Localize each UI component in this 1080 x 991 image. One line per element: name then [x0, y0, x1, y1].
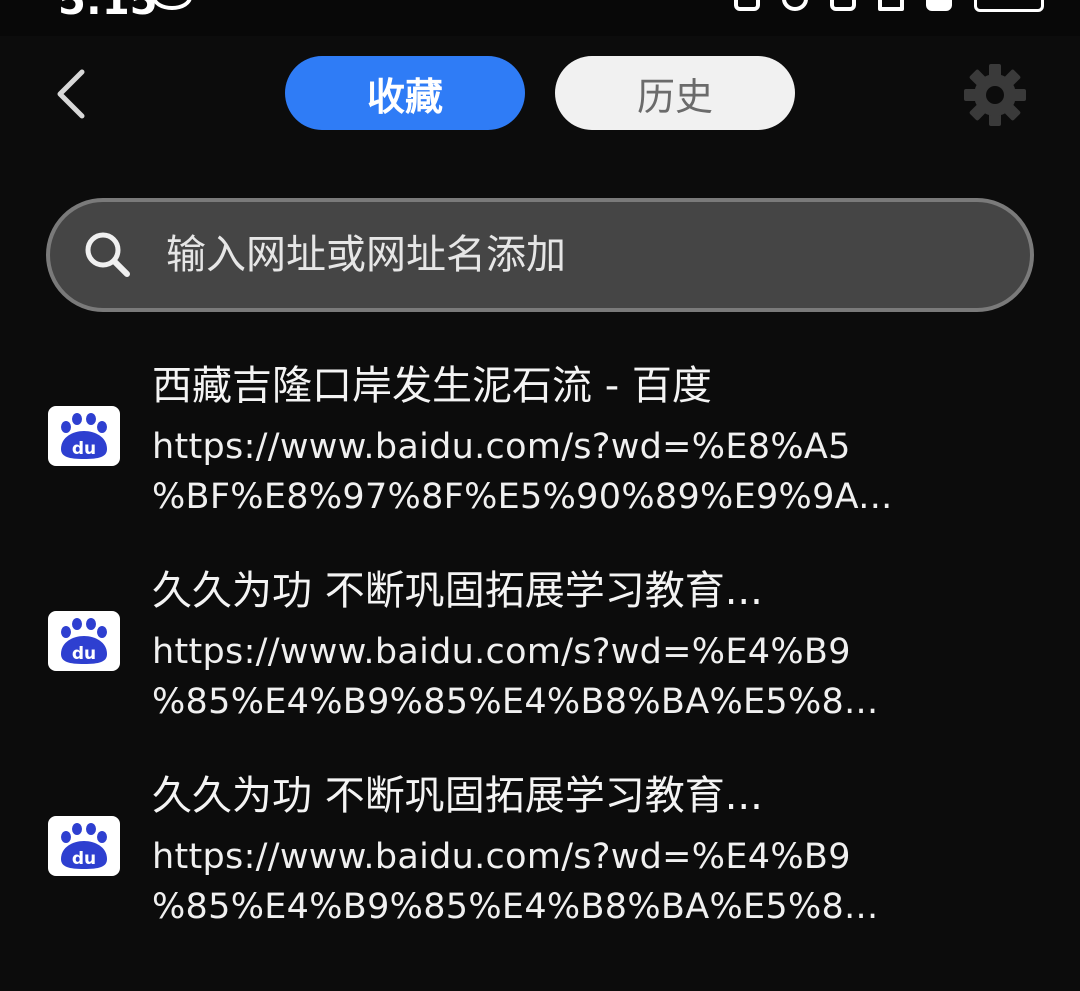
tab-favorites[interactable]: 收藏: [285, 56, 525, 130]
bookmark-url-line: https://www.baidu.com/s?wd=%E4%B9: [152, 837, 851, 877]
search-input[interactable]: [164, 219, 1000, 291]
baidu-icon: du: [48, 406, 120, 466]
tab-history[interactable]: 历史: [555, 56, 795, 130]
top-header: 收藏 历史: [0, 56, 1080, 132]
search-icon: [78, 225, 138, 285]
back-button[interactable]: [40, 64, 100, 124]
bookmark-url-line: %BF%E8%97%8F%E5%90%89%E9%9A...: [152, 477, 893, 517]
svg-text:du: du: [72, 439, 96, 459]
bookmark-title: 西藏吉隆口岸发生泥石流 - 百度: [152, 363, 712, 409]
status-bar: 5:15: [0, 0, 1080, 36]
list-item[interactable]: du 久久为功 不断巩固拓展学习教育... https://www.baidu.…: [0, 555, 1080, 760]
bookmark-title: 久久为功 不断巩固拓展学习教育...: [152, 773, 763, 819]
settings-button[interactable]: [962, 62, 1028, 128]
svg-text:du: du: [72, 644, 96, 664]
nfc-icon: [734, 0, 760, 11]
list-item[interactable]: du 久久为功 不断巩固拓展学习教育... https://www.baidu.…: [0, 760, 1080, 965]
bookmark-text: 久久为功 不断巩固拓展学习教育... https://www.baidu.com…: [152, 561, 1042, 727]
bookmark-list: du 西藏吉隆口岸发生泥石流 - 百度 https://www.baidu.co…: [0, 350, 1080, 965]
mute-icon: [830, 0, 856, 11]
baidu-icon: du: [48, 611, 120, 671]
bookmark-text: 久久为功 不断巩固拓展学习教育... https://www.baidu.com…: [152, 766, 1042, 932]
bookmarks-screen: 5:15 收藏 历史 输入网址或网址名添加 du 西藏吉隆口岸发生泥石流 - 百…: [0, 0, 1080, 991]
bookmark-url: https://www.baidu.com/s?wd=%E4%B9 %85%E4…: [152, 832, 1032, 932]
bookmark-title: 久久为功 不断巩固拓展学习教育...: [152, 568, 763, 614]
eye-comfort-icon: [152, 0, 192, 10]
list-item[interactable]: du 西藏吉隆口岸发生泥石流 - 百度 https://www.baidu.co…: [0, 350, 1080, 555]
bookmark-url: https://www.baidu.com/s?wd=%E4%B9 %85%E4…: [152, 627, 1032, 727]
search-bar: [46, 198, 1034, 312]
baidu-icon: du: [48, 816, 120, 876]
bookmark-url-line: %85%E4%B9%85%E4%B8%BA%E5%8...: [152, 682, 879, 722]
bookmark-text: 西藏吉隆口岸发生泥石流 - 百度 https://www.baidu.com/s…: [152, 356, 1042, 522]
battery-icon: [974, 0, 1044, 12]
bluetooth-icon: [782, 0, 808, 11]
status-icons: [734, 0, 1044, 12]
bookmark-url-line: https://www.baidu.com/s?wd=%E4%B9: [152, 632, 851, 672]
gear-icon: [964, 64, 1026, 126]
sim-icon: [926, 0, 952, 11]
chevron-left-icon: [57, 69, 85, 119]
bookmark-url-line: https://www.baidu.com/s?wd=%E8%A5: [152, 427, 851, 467]
status-time: 5:15: [58, 0, 158, 24]
wifi-icon: [878, 0, 904, 11]
svg-text:du: du: [72, 849, 96, 869]
bookmark-url: https://www.baidu.com/s?wd=%E8%A5 %BF%E8…: [152, 422, 1032, 522]
bookmark-url-line: %85%E4%B9%85%E4%B8%BA%E5%8...: [152, 887, 879, 927]
